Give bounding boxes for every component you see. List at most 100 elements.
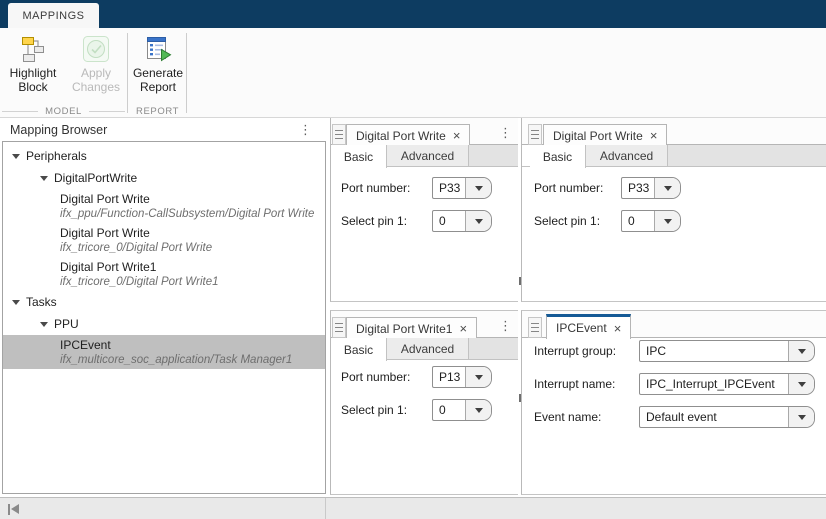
highlight-block-button[interactable]: Highlight Block — [4, 33, 62, 107]
tab-basic[interactable]: Basic — [331, 338, 387, 361]
expand-arrow-icon[interactable] — [11, 297, 21, 307]
panel-drag-handle-icon[interactable] — [332, 124, 346, 145]
tree-item-title: Digital Port Write — [60, 226, 321, 241]
tree-group-ppu[interactable]: PPU — [3, 313, 325, 335]
button-label: Highlight — [10, 66, 57, 80]
tab-advanced[interactable]: Advanced — [387, 145, 469, 166]
close-tab-icon[interactable]: × — [453, 128, 461, 143]
close-tab-icon[interactable]: × — [614, 321, 622, 336]
interrupt-name-dropdown[interactable]: IPC_Interrupt_IPCEvent — [639, 373, 815, 395]
select-pin-dropdown[interactable]: 0 — [432, 210, 492, 232]
mapping-browser-title: Mapping Browser — [10, 123, 107, 137]
generate-report-button[interactable]: Generate Report — [129, 33, 187, 107]
button-label: Apply — [72, 66, 120, 80]
dropdown-arrow-icon[interactable] — [654, 178, 680, 198]
tab-digital-port-write[interactable]: Digital Port Write × — [346, 124, 470, 146]
dropdown-arrow-icon[interactable] — [465, 211, 491, 231]
panel-drag-handle-icon[interactable] — [528, 317, 542, 338]
dropdown-arrow-icon[interactable] — [788, 374, 814, 394]
dropdown-arrow-icon[interactable] — [654, 211, 680, 231]
tree-group-digitalportwrite[interactable]: DigitalPortWrite — [3, 167, 325, 189]
port-number-dropdown[interactable]: P33 — [432, 177, 492, 199]
tree-item-title: IPCEvent — [60, 338, 321, 353]
button-label: Changes — [72, 80, 120, 94]
button-label: Block — [10, 80, 57, 94]
tab-basic[interactable]: Basic — [331, 145, 387, 168]
dropdown-value: P33 — [433, 178, 465, 198]
tree-group-label: DigitalPortWrite — [54, 171, 137, 185]
tab-label: Digital Port Write1 — [356, 322, 452, 336]
splitter-grip[interactable] — [519, 394, 521, 402]
tab-basic[interactable]: Basic — [530, 145, 586, 168]
panel-menu-icon[interactable]: ⋮ — [499, 319, 512, 333]
panel-drag-handle-icon[interactable] — [528, 124, 542, 145]
tab-ipcevent[interactable]: IPCEvent × — [546, 314, 631, 339]
dropdown-arrow-icon[interactable] — [465, 367, 491, 387]
tab-digital-port-write1[interactable]: Digital Port Write1 × — [346, 317, 477, 339]
panel-digital-port-write-2: Digital Port Write × Basic Advanced Port… — [521, 118, 826, 302]
tab-advanced[interactable]: Advanced — [387, 338, 469, 359]
close-tab-icon[interactable]: × — [459, 321, 467, 336]
status-bar — [0, 497, 826, 519]
close-tab-icon[interactable]: × — [650, 128, 658, 143]
tree-group-label: PPU — [54, 317, 79, 331]
dropdown-arrow-icon[interactable] — [788, 341, 814, 361]
interrupt-group-dropdown[interactable]: IPC — [639, 340, 815, 362]
form-row: Port number: — [341, 366, 410, 388]
browser-menu-icon[interactable]: ⋮ — [299, 123, 312, 137]
field-label: Port number: — [341, 181, 410, 195]
dropdown-arrow-icon[interactable] — [788, 407, 814, 427]
tree-item-ipcevent[interactable]: IPCEvent ifx_multicore_soc_application/T… — [3, 335, 325, 369]
splitter-grip[interactable] — [519, 277, 521, 285]
mapping-browser-tree: Peripherals DigitalPortWrite Digital Por… — [2, 141, 326, 494]
collapse-left-icon[interactable] — [8, 503, 21, 515]
apply-changes-icon — [82, 35, 110, 63]
field-label: Port number: — [534, 181, 603, 195]
tab-label: Digital Port Write — [553, 129, 643, 143]
tree-item-digital-port-write1[interactable]: Digital Port Write1 ifx_tricore_0/Digita… — [3, 257, 325, 291]
panel-drag-handle-icon[interactable] — [332, 317, 346, 338]
panel-digital-port-write1: Digital Port Write1 × ⋮ Basic Advanced P… — [330, 310, 518, 495]
subtab-filler — [469, 338, 518, 359]
port-number-dropdown[interactable]: P33 — [621, 177, 681, 199]
tree-item-path: ifx_tricore_0/Digital Port Write1 — [60, 275, 321, 289]
panel-ipcevent: IPCEvent × Interrupt group: IPC Interrup… — [521, 310, 826, 495]
generate-report-icon — [144, 35, 172, 63]
expand-arrow-icon[interactable] — [39, 319, 49, 329]
form-row: Select pin 1: — [341, 210, 407, 232]
tree-item-path: ifx_tricore_0/Digital Port Write — [60, 241, 321, 255]
tree-item-digital-port-write-tricore[interactable]: Digital Port Write ifx_tricore_0/Digital… — [3, 223, 325, 257]
event-name-dropdown[interactable]: Default event — [639, 406, 815, 428]
form-row: Interrupt name: — [534, 373, 615, 395]
expand-arrow-icon[interactable] — [11, 151, 21, 161]
tree-item-path: ifx_multicore_soc_application/Task Manag… — [60, 353, 321, 367]
button-label: Report — [133, 80, 183, 94]
form-row: Port number: — [341, 177, 410, 199]
tab-digital-port-write[interactable]: Digital Port Write × — [543, 124, 667, 146]
tree-group-peripherals[interactable]: Peripherals — [3, 145, 325, 167]
dropdown-arrow-icon[interactable] — [465, 178, 491, 198]
field-label: Port number: — [341, 370, 410, 384]
panel-menu-icon[interactable]: ⋮ — [499, 126, 512, 140]
dropdown-value: Default event — [640, 407, 788, 427]
tree-group-tasks[interactable]: Tasks — [3, 291, 325, 313]
panel-tab-bar: IPCEvent × — [522, 311, 826, 338]
select-pin-dropdown[interactable]: 0 — [621, 210, 681, 232]
field-label: Select pin 1: — [534, 214, 600, 228]
tree-item-digital-port-write-ppu[interactable]: Digital Port Write ifx_ppu/Function-Call… — [3, 189, 325, 223]
subtab-filler — [668, 145, 826, 166]
tree-group-label: Peripherals — [26, 149, 87, 163]
toolbar-separator — [186, 33, 187, 113]
subtab-filler — [522, 145, 530, 166]
tab-label: Digital Port Write — [356, 129, 446, 143]
select-pin-dropdown[interactable]: 0 — [432, 399, 492, 421]
tab-mappings[interactable]: MAPPINGS — [8, 3, 99, 28]
dropdown-value: P33 — [622, 178, 654, 198]
group-label-model: MODEL — [2, 104, 125, 118]
panel-tab-bar: Digital Port Write1 × ⋮ — [331, 311, 518, 338]
tab-advanced[interactable]: Advanced — [586, 145, 668, 166]
group-label-report: REPORT — [129, 104, 185, 118]
expand-arrow-icon[interactable] — [39, 173, 49, 183]
dropdown-arrow-icon[interactable] — [465, 400, 491, 420]
port-number-dropdown[interactable]: P13 — [432, 366, 492, 388]
